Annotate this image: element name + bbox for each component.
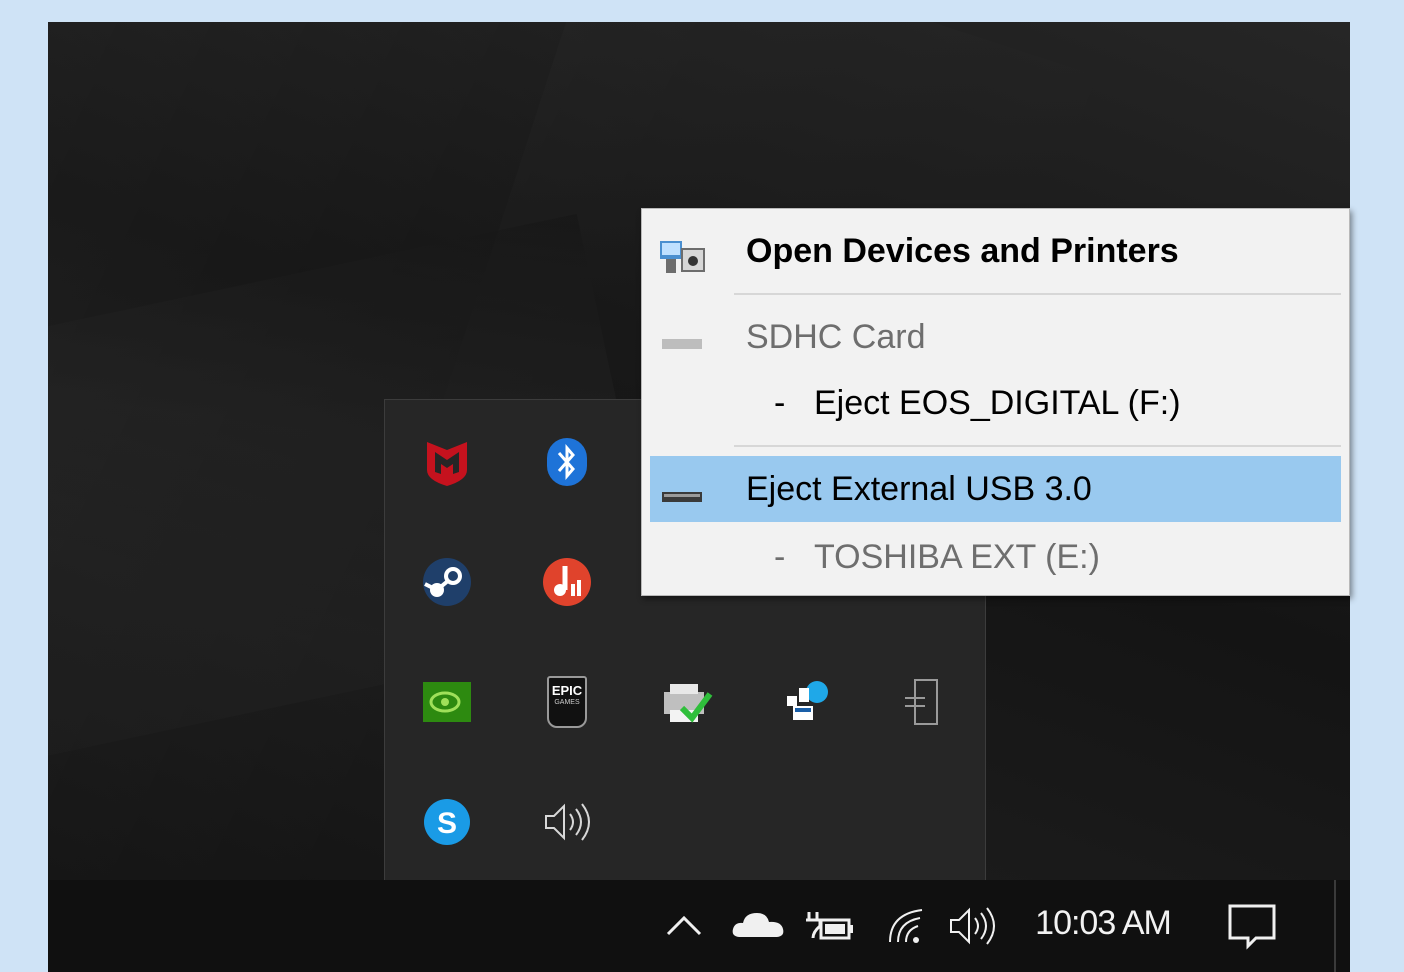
volume-icon[interactable]: [944, 902, 1000, 950]
steam-icon[interactable]: [415, 550, 479, 614]
menu-item-label: Open Devices and Printers: [746, 232, 1179, 270]
context-menu: Open Devices and Printers SDHC Card - Ej…: [641, 208, 1350, 596]
music-app-icon[interactable]: [535, 550, 599, 614]
taskbar-clock[interactable]: 10:03 AM: [1028, 898, 1178, 948]
mcafee-icon[interactable]: [415, 430, 479, 494]
power-battery-icon[interactable]: [802, 904, 856, 948]
menu-separator: [734, 445, 1341, 447]
menu-item-toshiba-ext: - TOSHIBA EXT (E:): [642, 525, 1349, 589]
eject-device-icon[interactable]: [891, 670, 955, 734]
epic-games-icon[interactable]: EPIC GAMES: [535, 670, 599, 734]
menu-item-dash: -: [774, 384, 786, 422]
network-people-icon[interactable]: [775, 670, 839, 734]
menu-item-label: SDHC Card: [746, 318, 926, 356]
menu-item-label: Eject EOS_DIGITAL (F:): [814, 384, 1181, 422]
taskbar-divider: [1334, 880, 1336, 972]
nvidia-icon[interactable]: [415, 670, 479, 734]
menu-item-label: Eject External USB 3.0: [746, 470, 1092, 508]
onedrive-icon[interactable]: [730, 904, 786, 944]
action-center-icon[interactable]: [1224, 900, 1280, 952]
menu-item-sdhc-card: SDHC Card: [642, 307, 1349, 367]
wifi-icon[interactable]: [882, 902, 930, 950]
svg-text:S: S: [437, 807, 457, 840]
speaker-icon[interactable]: [535, 790, 599, 854]
menu-separator: [734, 293, 1341, 295]
menu-item-eject-eos-digital[interactable]: - Eject EOS_DIGITAL (F:): [642, 371, 1349, 435]
usb-drive-icon: [662, 490, 704, 509]
menu-item-dash: -: [774, 538, 786, 576]
devices-printers-icon: [656, 231, 708, 284]
bluetooth-icon[interactable]: [535, 430, 599, 494]
epic-games-subtext: GAMES: [554, 699, 580, 706]
show-hidden-icons-chevron[interactable]: [662, 906, 706, 946]
epic-games-text: EPIC: [551, 683, 583, 698]
skype-icon[interactable]: S: [415, 790, 479, 854]
menu-item-eject-external-usb[interactable]: Eject External USB 3.0: [650, 456, 1341, 522]
sd-card-drive-icon: [662, 337, 704, 356]
taskbar: 10:03 AM: [48, 880, 1350, 972]
menu-item-label: TOSHIBA EXT (E:): [814, 538, 1100, 576]
menu-item-open-devices-printers[interactable]: Open Devices and Printers: [642, 217, 1349, 285]
printer-check-icon[interactable]: [655, 670, 719, 734]
